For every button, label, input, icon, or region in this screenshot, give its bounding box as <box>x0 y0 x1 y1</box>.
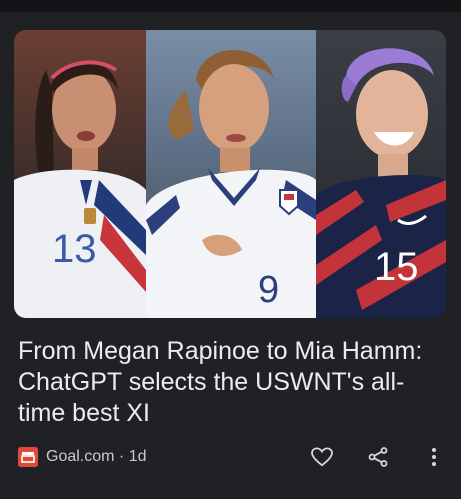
goal-logo-icon <box>18 447 38 467</box>
player-photo-center: 9 <box>146 30 316 318</box>
share-icon[interactable] <box>364 443 392 471</box>
article-footer: Goal.com · 1d <box>18 443 448 471</box>
jersey-number-13: 13 <box>52 227 97 271</box>
source-meta[interactable]: Goal.com · 1d <box>46 448 147 466</box>
jersey-number-15: 15 <box>374 245 419 289</box>
more-vert-icon[interactable] <box>420 443 448 471</box>
meta-separator: · <box>118 448 125 465</box>
player-photo-left: 13 <box>14 30 146 318</box>
player-photo-right: 15 <box>316 30 446 318</box>
article-age: 1d <box>128 448 147 465</box>
article-image[interactable]: 13 9 15 <box>14 30 446 318</box>
feed-divider <box>0 0 461 12</box>
heart-outline-icon[interactable] <box>308 443 336 471</box>
source-name: Goal.com <box>46 448 115 465</box>
jersey-number-9: 9 <box>258 269 279 311</box>
article-title[interactable]: From Megan Rapinoe to Mia Hamm: ChatGPT … <box>18 336 438 429</box>
